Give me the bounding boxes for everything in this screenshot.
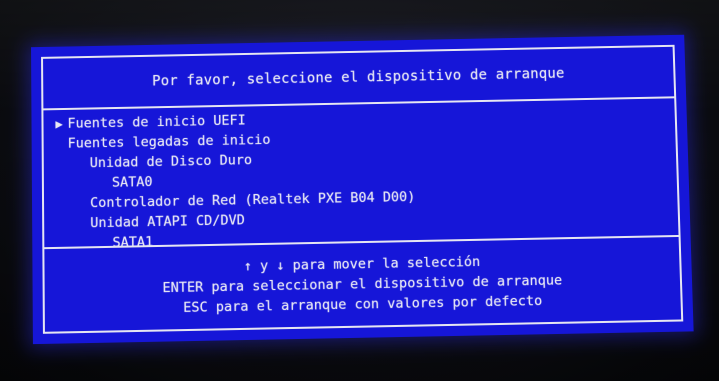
boot-option-label: SATA0 [111,174,153,191]
boot-option-label: Unidad de Disco Duro [89,152,253,172]
help-footer: ↑ y ↓ para mover la selección ENTER para… [44,234,682,332]
monitor-screen: Por favor, seleccione el dispositivo de … [0,0,719,381]
boot-option-label: Fuentes legadas de inicio [67,131,271,152]
boot-option-label: Fuentes de inicio UEFI [67,112,246,132]
dialog-title: Por favor, seleccione el dispositivo de … [152,65,565,90]
menu-frame: Por favor, seleccione el dispositivo de … [41,44,684,334]
boot-option-label: Unidad ATAPI CD/DVD [90,212,246,232]
dialog-title-bar: Por favor, seleccione el dispositivo de … [43,46,675,111]
boot-device-menu: Por favor, seleccione el dispositivo de … [31,34,694,345]
selection-pointer-icon: ▶ [55,116,63,132]
